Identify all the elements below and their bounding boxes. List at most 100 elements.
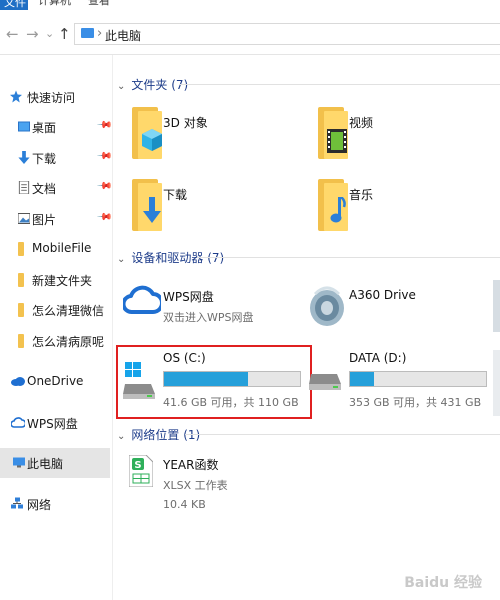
chevron-down-icon: ⌄	[117, 254, 126, 265]
drive-name: DATA (D:)	[349, 351, 407, 365]
tab-view[interactable]: 查看	[88, 0, 110, 8]
device-subtitle: 双击进入WPS网盘	[163, 311, 254, 324]
drive-usage-bar	[349, 371, 487, 387]
folder-item-music[interactable]: 音乐	[315, 179, 495, 235]
nav-item-onedrive[interactable]: OneDrive	[0, 367, 110, 397]
device-wps-cloud[interactable]: WPS网盘 双击进入WPS网盘	[123, 280, 309, 332]
drive-space: 353 GB 可用，共 431 GB	[349, 396, 482, 409]
folder-item-downloads[interactable]: 下载	[129, 179, 309, 235]
group-header-folders[interactable]: ⌄ 文件夹 (7)	[117, 76, 188, 93]
tab-file[interactable]: 文件	[0, 0, 28, 10]
nav-item-desktop[interactable]: 桌面 📌	[0, 112, 113, 142]
folder-item-videos[interactable]: 视频	[315, 107, 495, 163]
nav-label: 快速访问	[27, 91, 76, 105]
address-bar-row: ← → ⌄ ↑ › 此电脑	[0, 14, 500, 55]
back-button[interactable]: ←	[6, 24, 19, 44]
nav-label: 下载	[32, 152, 57, 166]
ribbon: 文件 计算机 查看	[0, 0, 500, 10]
folder-item-3d-objects[interactable]: 3D 对象	[129, 107, 309, 163]
file-name: YEAR函数	[163, 458, 219, 472]
music-folder-icon	[318, 179, 348, 231]
navigation-pane: 快速访问 桌面 📌 下载 📌 文档 📌 图片 📌 MobileFile 新建文件…	[0, 55, 113, 600]
folder-icon	[18, 303, 24, 317]
device-partial-icon	[493, 280, 500, 332]
watermark: Baidu 经验	[404, 575, 482, 591]
nav-item-folder-4[interactable]: 怎么清病原呢	[0, 326, 110, 356]
divider	[197, 257, 500, 258]
pin-icon[interactable]: 📌	[96, 178, 113, 195]
wps-cloud-icon	[123, 285, 161, 314]
breadcrumb-this-pc[interactable]: 此电脑	[105, 27, 141, 44]
star-icon	[10, 90, 22, 103]
group-title: 网络位置 (1)	[131, 428, 201, 442]
folder-label: 下载	[163, 188, 188, 202]
device-name: WPS网盘	[163, 290, 214, 304]
device-a360-drive[interactable]: A360 Drive	[309, 280, 495, 332]
nav-label: 文档	[32, 182, 57, 196]
forward-button[interactable]: →	[26, 24, 39, 44]
device-partial-icon	[493, 350, 500, 416]
3d-objects-folder-icon	[132, 107, 162, 159]
nav-label: 怎么清理微信	[32, 304, 105, 318]
pin-icon[interactable]: 📌	[96, 148, 113, 165]
nav-label: WPS网盘	[27, 417, 78, 431]
chevron-down-icon: ⌄	[117, 81, 126, 92]
nav-label: 网络	[27, 498, 52, 512]
svg-text:S: S	[134, 460, 141, 471]
nav-item-documents[interactable]: 文档 📌	[0, 173, 113, 203]
highlight-box	[116, 345, 312, 419]
chevron-down-icon: ⌄	[117, 431, 126, 442]
document-icon	[18, 181, 30, 194]
nav-label: 新建文件夹	[32, 274, 93, 288]
nav-item-clean-wechat[interactable]: 怎么清理微信	[0, 295, 110, 325]
folder-icon	[18, 334, 24, 348]
file-size: 10.4 KB	[163, 498, 206, 511]
address-box[interactable]: › 此电脑	[74, 23, 500, 45]
nav-label: 怎么清病原呢	[32, 335, 105, 349]
device-name: A360 Drive	[349, 288, 416, 302]
nav-item-this-pc[interactable]: 此电脑	[0, 448, 110, 478]
drive-data-d[interactable]: DATA (D:) 353 GB 可用，共 431 GB	[309, 350, 495, 416]
file-type: XLSX 工作表	[163, 479, 228, 492]
divider	[185, 434, 500, 435]
group-title: 设备和驱动器 (7)	[131, 251, 225, 265]
group-title: 文件夹 (7)	[131, 78, 189, 92]
tab-computer[interactable]: 计算机	[38, 0, 71, 8]
folder-label: 视频	[349, 116, 374, 130]
nav-label: 图片	[32, 213, 57, 227]
download-arrow-icon	[18, 151, 30, 164]
this-pc-icon	[81, 28, 94, 38]
recent-locations-button[interactable]: ⌄	[45, 24, 54, 44]
wps-cloud-icon	[11, 417, 25, 428]
a360-drive-icon	[310, 286, 344, 326]
videos-folder-icon	[318, 107, 348, 159]
breadcrumb-separator: ›	[97, 26, 103, 41]
content-area: ⌄ 文件夹 (7) 3D 对象 视频 下载 音乐 ⌄ 设备和驱动器 (7) WP…	[113, 55, 500, 600]
nav-item-quick-access[interactable]: 快速访问	[0, 82, 110, 112]
network-file-year-function[interactable]: S YEAR函数 XLSX 工作表 10.4 KB	[129, 453, 309, 517]
nav-label: OneDrive	[27, 374, 84, 388]
nav-item-wps-cloud[interactable]: WPS网盘	[0, 408, 110, 438]
nav-item-downloads[interactable]: 下载 📌	[0, 143, 113, 173]
nav-item-new-folder[interactable]: 新建文件夹	[0, 265, 110, 295]
nav-item-mobilefile[interactable]: MobileFile	[0, 234, 110, 264]
pictures-icon	[18, 213, 30, 224]
nav-label: MobileFile	[32, 241, 92, 255]
desktop-icon	[18, 121, 30, 132]
network-icon	[11, 497, 23, 509]
nav-item-pictures[interactable]: 图片 📌	[0, 204, 113, 234]
computer-icon	[13, 457, 25, 468]
folder-icon	[18, 242, 24, 256]
nav-label: 桌面	[32, 121, 57, 135]
drive-usage-fill	[350, 372, 375, 386]
nav-item-network[interactable]: 网络	[0, 489, 110, 519]
pin-icon[interactable]: 📌	[96, 117, 113, 134]
tab-file-label: 文件	[4, 0, 26, 9]
folder-label: 3D 对象	[163, 116, 208, 130]
folder-icon	[18, 273, 24, 287]
spreadsheet-icon: S	[129, 455, 153, 487]
hard-drive-icon	[309, 374, 341, 390]
pin-icon[interactable]: 📌	[96, 209, 113, 226]
up-button[interactable]: ↑	[58, 24, 71, 44]
cloud-icon	[11, 377, 25, 386]
